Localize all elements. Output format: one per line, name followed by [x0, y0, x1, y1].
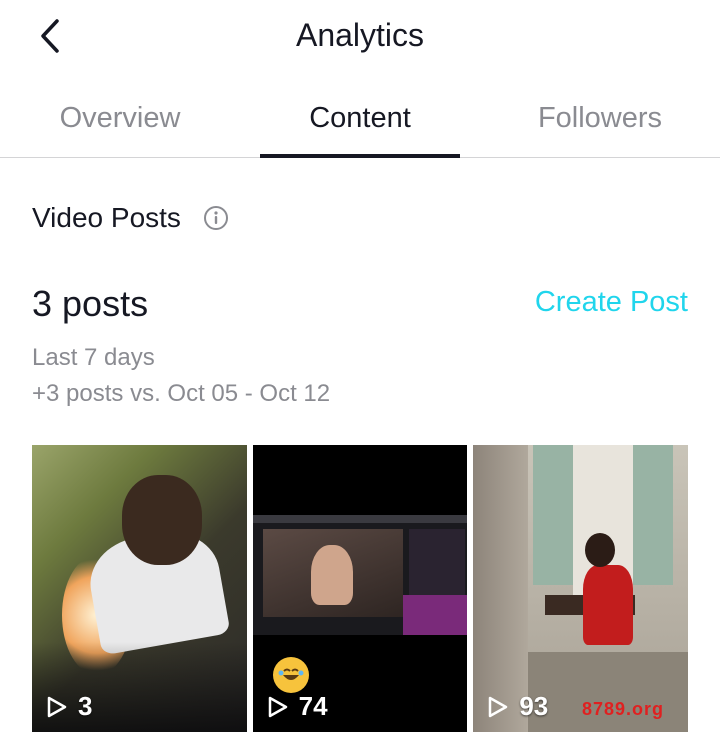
page-title: Analytics — [295, 17, 425, 53]
tab-overview[interactable]: Overview — [0, 80, 240, 156]
play-icon — [47, 696, 67, 717]
video-grid: 3 74 93 8789.org — [32, 445, 689, 732]
play-icon — [268, 696, 287, 717]
info-icon[interactable] — [203, 205, 229, 231]
create-post-link[interactable]: Create Post — [535, 282, 688, 322]
tab-followers[interactable]: Followers — [480, 80, 720, 156]
video-thumbnail[interactable]: 3 — [32, 445, 247, 732]
tab-content[interactable]: Content — [240, 80, 480, 158]
posts-count: 3 posts — [32, 283, 149, 324]
watermark: 8789.org — [581, 699, 665, 719]
period-label: Last 7 days — [32, 344, 155, 371]
tab-bar: Overview Content Followers — [0, 80, 720, 158]
video-thumbnail[interactable]: 93 8789.org — [473, 445, 689, 732]
view-count: 74 — [267, 691, 328, 722]
app-header: Analytics — [0, 0, 720, 72]
video-thumbnail[interactable]: 74 — [252, 445, 468, 732]
view-count-value: 93 — [519, 691, 549, 721]
comparison-label: +3 posts vs. Oct 05 - Oct 12 — [32, 380, 331, 407]
view-count-value: 74 — [298, 691, 328, 721]
play-icon — [489, 696, 508, 717]
view-count: 3 — [46, 691, 92, 722]
view-count-value: 3 — [78, 691, 93, 721]
section-title: Video Posts — [32, 202, 181, 233]
laughing-emoji-icon — [272, 657, 309, 693]
view-count: 93 — [487, 691, 548, 722]
section-header: Video Posts — [32, 198, 229, 238]
